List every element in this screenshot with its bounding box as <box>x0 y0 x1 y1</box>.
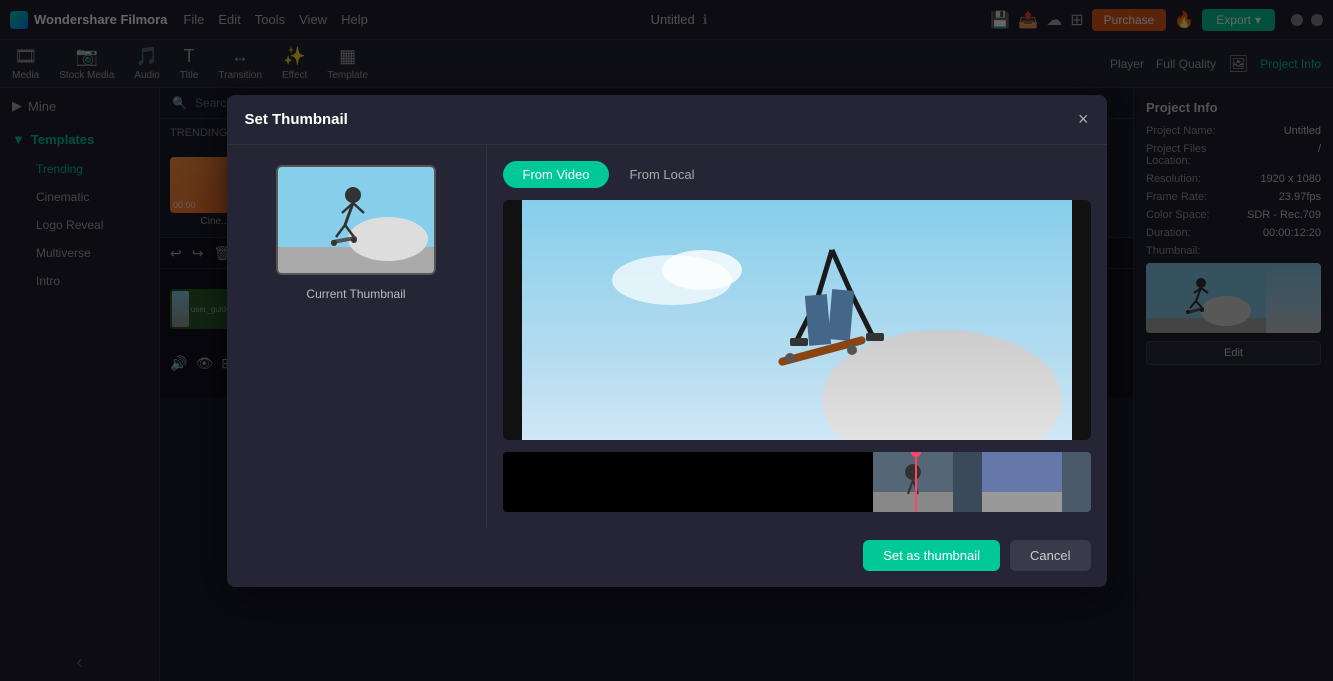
set-thumbnail-modal: Set Thumbnail × <box>227 95 1107 587</box>
current-thumbnail <box>276 165 436 275</box>
strip-frame-2-svg <box>982 452 1062 512</box>
cancel-button[interactable]: Cancel <box>1010 540 1090 571</box>
timeline-filmstrip[interactable] <box>503 452 1091 512</box>
modal-left-panel: Current Thumbnail <box>227 145 487 528</box>
video-preview-svg <box>503 200 1091 440</box>
tab-row: From Video From Local <box>503 161 1091 188</box>
current-thumb-label: Current Thumbnail <box>306 287 405 301</box>
modal-body: Current Thumbnail From Video From Local <box>227 145 1107 528</box>
modal-overlay: Set Thumbnail × <box>0 0 1333 681</box>
modal-right-panel: From Video From Local <box>487 145 1107 528</box>
strip-empty-section <box>503 452 873 512</box>
modal-close-button[interactable]: × <box>1078 109 1089 130</box>
modal-title: Set Thumbnail <box>245 111 348 128</box>
video-preview <box>503 200 1091 440</box>
strip-frame-2 <box>982 452 1091 512</box>
current-thumb-skater-svg <box>278 167 436 275</box>
set-as-thumbnail-button[interactable]: Set as thumbnail <box>863 540 1000 571</box>
strip-frame-1-svg <box>873 452 953 512</box>
tab-from-video[interactable]: From Video <box>503 161 610 188</box>
strip-playhead <box>915 452 917 512</box>
strip-frame-1 <box>873 452 982 512</box>
modal-header: Set Thumbnail × <box>227 95 1107 145</box>
current-thumb-scene <box>278 167 434 273</box>
tab-from-local[interactable]: From Local <box>609 161 714 188</box>
playhead-dot <box>911 452 921 457</box>
modal-footer: Set as thumbnail Cancel <box>227 528 1107 587</box>
